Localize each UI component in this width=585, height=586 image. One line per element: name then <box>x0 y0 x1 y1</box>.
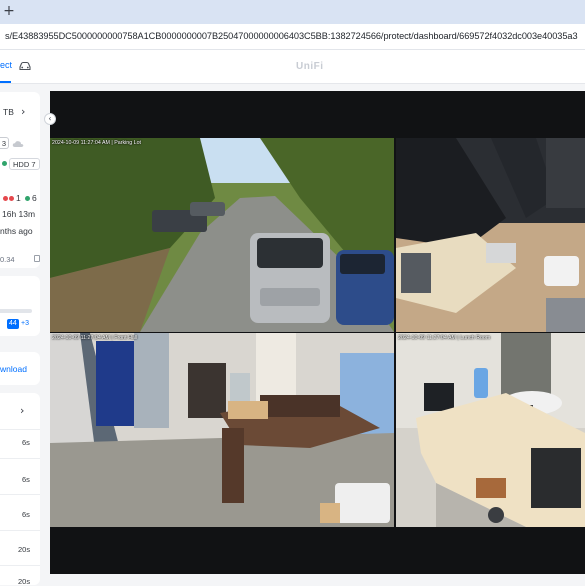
server-room-image <box>396 138 585 332</box>
storage-card: TB › 3 HDD 7 1 6 16h 13m nths ago 0.34 <box>0 92 40 268</box>
usage-progress <box>0 309 32 313</box>
timeline-row[interactable]: 6s <box>22 510 30 519</box>
url-text[interactable]: s/E43883955DC5000000000758A1CB0000000007… <box>5 31 578 41</box>
status-count-green: 6 <box>32 193 37 203</box>
divider <box>0 429 40 430</box>
uptime-value: 16h 13m <box>2 209 36 219</box>
timeline-row[interactable]: 20s <box>18 545 30 554</box>
browser-tab-strip: + <box>0 0 585 24</box>
hdd-status-dot <box>2 161 7 166</box>
new-tab-button[interactable]: + <box>2 4 16 18</box>
hdd-badge: HDD 7 <box>9 158 40 170</box>
lunch-room-image <box>396 333 585 527</box>
usage-badge-suffix: +3 <box>21 320 29 327</box>
usage-badge: 44 <box>7 319 19 329</box>
download-card: wnload <box>0 352 40 385</box>
version-text: 0.34 <box>0 255 15 264</box>
parking-lot-image <box>50 138 394 332</box>
camera-feed-front-hall[interactable]: 2024-10-09 11:27:04 AM | Front Hall <box>50 333 394 527</box>
tab-protect[interactable]: ect <box>0 60 12 70</box>
divider <box>0 530 40 531</box>
sidebar: TB › 3 HDD 7 1 6 16h 13m nths ago 0.34 4… <box>0 85 44 586</box>
collapse-sidebar-icon[interactable]: ‹ <box>44 113 56 125</box>
timeline-card: › 6s 6s 6s 20s 20s <box>0 393 40 586</box>
usage-card: 44 +3 <box>0 276 40 336</box>
car-icon[interactable] <box>18 61 32 71</box>
feed-label: 2024-10-09 11:27:04 AM | Parking Lot <box>52 140 142 146</box>
timeline-row[interactable]: 6s <box>22 438 30 447</box>
divider <box>0 458 40 459</box>
status-dot-red-2 <box>9 196 14 201</box>
divider <box>0 565 40 566</box>
copy-icon[interactable] <box>34 255 40 262</box>
unifi-logo: UniFi <box>296 61 324 72</box>
download-link[interactable]: wnload <box>0 364 27 374</box>
camera-feed-server-room[interactable] <box>396 138 585 332</box>
camera-count-badge: 3 <box>0 137 9 149</box>
storage-capacity: TB <box>3 107 14 117</box>
app-header: ect UniFi <box>0 50 585 84</box>
timeline-row[interactable]: 6s <box>22 475 30 484</box>
feed-label: 2024-10-09 11:27:04 AM | Lunch Room <box>398 335 491 341</box>
chevron-right-icon[interactable]: › <box>21 105 25 118</box>
divider <box>0 494 40 495</box>
address-bar[interactable]: s/E43883955DC5000000000758A1CB0000000007… <box>0 24 585 50</box>
feed-label: 2024-10-09 11:27:04 AM | Front Hall <box>52 335 138 341</box>
active-tab-indicator <box>0 81 11 83</box>
chevron-right-icon[interactable]: › <box>20 404 24 417</box>
camera-feed-parking-lot[interactable]: 2024-10-09 11:27:04 AM | Parking Lot <box>50 138 394 332</box>
status-dot-green <box>25 196 30 201</box>
camera-feed-lunch-room[interactable]: 2024-10-09 11:27:04 AM | Lunch Room <box>396 333 585 527</box>
cloud-icon <box>12 141 24 147</box>
last-updated: nths ago <box>0 226 33 236</box>
front-hall-image <box>50 333 394 527</box>
status-count-red: 1 <box>16 193 21 203</box>
status-dot-red <box>3 196 8 201</box>
